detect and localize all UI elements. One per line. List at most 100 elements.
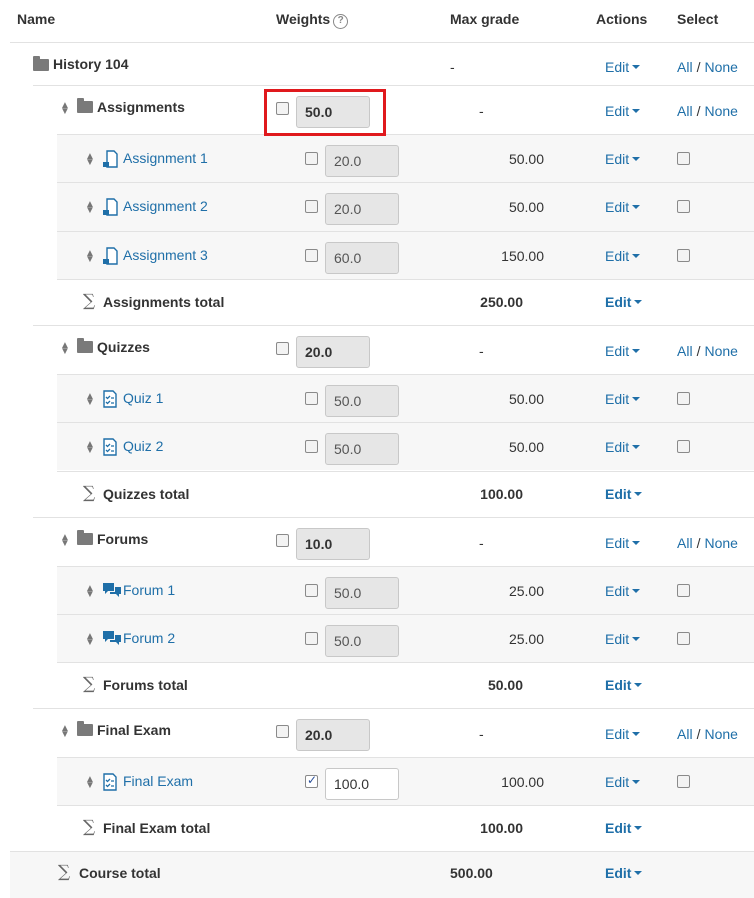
weight-override-checkbox[interactable] bbox=[305, 583, 318, 597]
weight-input[interactable]: 50.0 bbox=[325, 576, 399, 609]
edit-menu[interactable]: Edit bbox=[605, 391, 641, 407]
select-item-checkbox[interactable] bbox=[677, 152, 690, 165]
select-none-link[interactable]: None bbox=[704, 59, 737, 75]
weight-input[interactable]: 50.0 bbox=[325, 624, 399, 657]
weight-override-checkbox[interactable] bbox=[305, 248, 318, 262]
move-icon[interactable]: ▲ ▼ bbox=[85, 152, 95, 168]
edit-label: Edit bbox=[605, 293, 632, 310]
weight-override-checkbox[interactable] bbox=[305, 391, 318, 405]
edit-menu[interactable]: Edit bbox=[605, 486, 643, 502]
weight-input[interactable]: 50.0 bbox=[325, 433, 399, 466]
chevron-down-icon bbox=[632, 636, 641, 641]
grade-item-link[interactable]: Forum 1 bbox=[123, 582, 175, 598]
weight-override-checkbox[interactable] bbox=[305, 152, 318, 165]
grade-item-link[interactable]: Final Exam bbox=[123, 773, 193, 789]
grade-item-row: ▲ ▼ Assignment 1 20.0 50.00 Edit bbox=[57, 134, 754, 183]
weight-input[interactable]: 20.0 bbox=[325, 145, 399, 177]
move-icon[interactable]: ▲ ▼ bbox=[85, 200, 95, 216]
select-item-checkbox[interactable] bbox=[677, 200, 690, 214]
weight-input[interactable]: 60.0 bbox=[325, 241, 399, 274]
weight-input[interactable]: 20.0 bbox=[296, 719, 370, 752]
weight-override-checkbox[interactable] bbox=[305, 773, 318, 789]
move-icon[interactable]: ▲ ▼ bbox=[85, 248, 95, 264]
grade-item-link[interactable]: Forum 2 bbox=[123, 630, 175, 646]
move-icon[interactable]: ▲ ▼ bbox=[60, 340, 70, 356]
sigma-icon: ∑ bbox=[83, 482, 96, 503]
select-none-link[interactable]: None bbox=[704, 343, 737, 359]
edit-menu[interactable]: Edit bbox=[605, 343, 641, 359]
chevron-down-icon bbox=[632, 445, 641, 450]
select-none-link[interactable]: None bbox=[704, 726, 737, 742]
edit-menu[interactable]: Edit bbox=[605, 199, 641, 215]
chevron-down-icon bbox=[634, 683, 643, 688]
weight-override-checkbox[interactable] bbox=[276, 725, 289, 739]
grade-item-row: ▲ ▼ Forum 2 50.0 25.00 Edit bbox=[57, 613, 754, 663]
edit-menu[interactable]: Edit bbox=[605, 535, 641, 551]
weight-input[interactable]: 20.0 bbox=[296, 335, 370, 368]
move-icon[interactable]: ▲ ▼ bbox=[60, 532, 70, 548]
grade-item-link[interactable]: Quiz 2 bbox=[123, 438, 163, 454]
select-all-link[interactable]: All bbox=[677, 535, 693, 551]
select-all-none: All / None bbox=[677, 535, 738, 551]
edit-menu[interactable]: Edit bbox=[605, 103, 641, 119]
grade-item-link[interactable]: Quiz 1 bbox=[123, 390, 163, 406]
move-icon[interactable]: ▲ ▼ bbox=[85, 775, 95, 791]
category-total-label: Quizzes total bbox=[103, 485, 190, 502]
edit-menu[interactable]: Edit bbox=[605, 865, 643, 881]
weight-input[interactable]: 10.0 bbox=[296, 527, 370, 560]
weight-override-checkbox[interactable] bbox=[305, 631, 318, 645]
select-none-link[interactable]: None bbox=[704, 535, 737, 551]
move-icon[interactable]: ▲ ▼ bbox=[85, 440, 95, 456]
course-total-label: Course total bbox=[79, 865, 161, 882]
grade-item-row: ▲▼ Final Exam 100.0 100.00 Edit bbox=[57, 757, 754, 806]
weight-override-checkbox[interactable] bbox=[276, 533, 289, 547]
move-icon[interactable]: ▲ ▼ bbox=[60, 101, 70, 117]
table-header: Name Weights? Max grade Actions Select bbox=[0, 0, 754, 42]
select-item-checkbox[interactable] bbox=[677, 583, 690, 597]
help-icon[interactable]: ? bbox=[333, 14, 349, 29]
move-icon[interactable]: ▲ ▼ bbox=[85, 391, 95, 407]
select-item-checkbox[interactable] bbox=[677, 440, 690, 454]
weight-override-checkbox[interactable] bbox=[276, 341, 289, 355]
edit-menu[interactable]: Edit bbox=[605, 583, 641, 599]
header-weights: Weights? bbox=[276, 11, 349, 29]
weight-input[interactable]: 20.0 bbox=[325, 193, 399, 226]
item-max-grade: 150.00 bbox=[501, 247, 544, 264]
select-item-checkbox[interactable] bbox=[677, 391, 690, 405]
edit-menu[interactable]: Edit bbox=[605, 439, 641, 455]
move-icon[interactable]: ▲ ▼ bbox=[85, 631, 95, 647]
edit-menu[interactable]: Edit bbox=[605, 293, 643, 310]
grade-item-link[interactable]: Assignment 1 bbox=[123, 150, 208, 166]
weight-override-checkbox[interactable] bbox=[305, 440, 318, 454]
edit-menu[interactable]: Edit bbox=[605, 726, 641, 742]
item-max-grade: 25.00 bbox=[508, 582, 544, 599]
chevron-down-icon bbox=[632, 588, 641, 593]
select-all-link[interactable]: All bbox=[677, 59, 693, 75]
weight-override-checkbox[interactable] bbox=[305, 200, 318, 214]
edit-menu[interactable]: Edit bbox=[605, 677, 643, 693]
edit-menu[interactable]: Edit bbox=[605, 820, 643, 837]
select-all-link[interactable]: All bbox=[677, 726, 693, 742]
edit-menu[interactable]: Edit bbox=[605, 631, 641, 647]
edit-menu[interactable]: Edit bbox=[605, 774, 641, 790]
edit-label: Edit bbox=[605, 820, 632, 837]
edit-menu[interactable]: Edit bbox=[605, 59, 641, 75]
select-all-link[interactable]: All bbox=[677, 343, 693, 359]
chevron-down-icon bbox=[634, 871, 643, 876]
select-none-link[interactable]: None bbox=[704, 103, 737, 119]
select-separator: / bbox=[696, 726, 701, 743]
move-icon[interactable]: ▲ ▼ bbox=[60, 724, 70, 740]
weight-input[interactable]: 50.0 bbox=[325, 384, 399, 417]
select-all-link[interactable]: All bbox=[677, 103, 693, 119]
edit-menu[interactable]: Edit bbox=[605, 248, 641, 264]
edit-menu[interactable]: Edit bbox=[605, 151, 641, 167]
header-actions: Actions bbox=[596, 11, 648, 27]
weight-input[interactable]: 100.0 bbox=[325, 768, 399, 801]
move-icon[interactable]: ▲ ▼ bbox=[85, 583, 95, 599]
category-total-max: 100.00 bbox=[480, 485, 523, 502]
select-item-checkbox[interactable] bbox=[677, 631, 690, 645]
select-item-checkbox[interactable] bbox=[677, 248, 690, 262]
grade-item-link[interactable]: Assignment 2 bbox=[123, 198, 208, 214]
select-item-checkbox[interactable] bbox=[677, 775, 690, 789]
grade-item-link[interactable]: Assignment 3 bbox=[123, 247, 208, 263]
